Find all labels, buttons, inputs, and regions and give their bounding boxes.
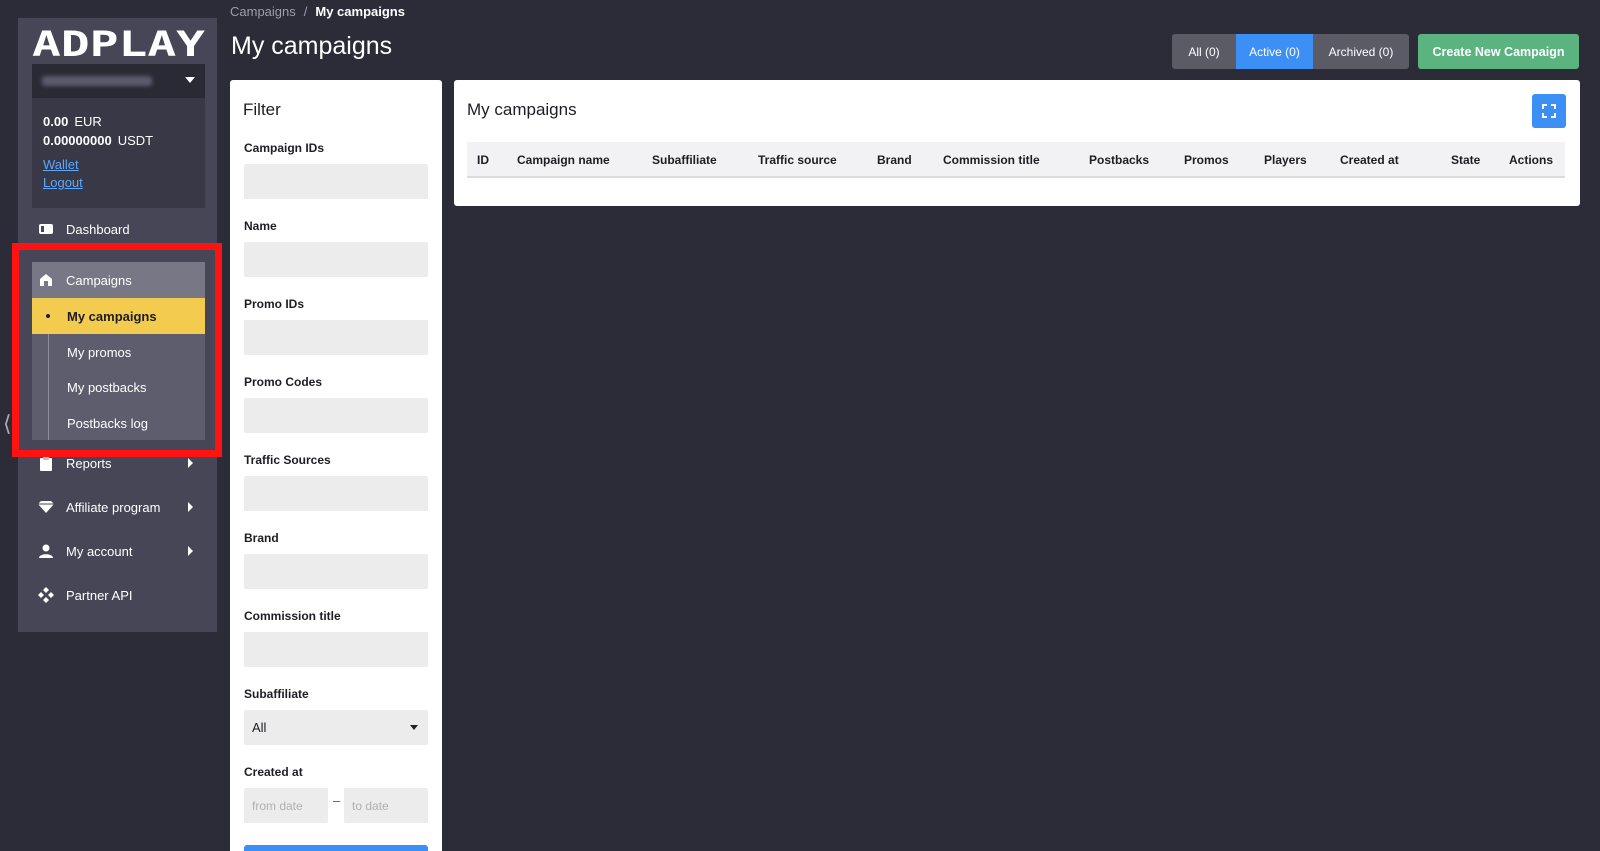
diamond-icon [38, 499, 54, 515]
account-email-blurred [42, 76, 152, 86]
chevron-right-icon [188, 458, 193, 468]
commission-title-input[interactable] [244, 632, 428, 667]
promo-codes-input[interactable] [244, 398, 428, 433]
filter-archived-button[interactable]: Archived (0) [1313, 34, 1409, 69]
to-date-input[interactable] [344, 788, 428, 823]
balance: 0.00 EUR 0.00000000 USDT [43, 112, 153, 150]
from-date-input[interactable] [244, 788, 328, 823]
chevron-right-icon [188, 502, 193, 512]
commission-title-label: Commission title [244, 609, 341, 623]
created-at-label: Created at [244, 765, 303, 779]
dashboard-icon [38, 221, 54, 237]
balance-usdt: 0.00000000 USDT [43, 133, 154, 148]
campaign-ids-label: Campaign IDs [244, 141, 325, 155]
chevron-down-icon [410, 725, 418, 730]
filter-active-button[interactable]: Active (0) [1236, 34, 1313, 69]
sidebar-item-label: My account [66, 543, 133, 559]
brand-input[interactable] [244, 554, 428, 589]
sidebar-item-label: Partner API [66, 587, 133, 603]
api-icon [38, 587, 54, 603]
clipboard-icon [38, 455, 54, 471]
column-commission-title[interactable]: Commission title [943, 153, 1040, 167]
create-new-campaign-button[interactable]: Create New Campaign [1418, 34, 1579, 69]
sidebar-item-affiliate-program[interactable]: Affiliate program [32, 489, 205, 525]
breadcrumb-campaigns[interactable]: Campaigns [230, 4, 296, 19]
traffic-sources-label: Traffic Sources [244, 453, 331, 467]
chevron-right-icon [188, 546, 193, 556]
adplay-logo[interactable]: ADPLAY [32, 28, 205, 60]
table-header: ID Campaign name Subaffiliate Traffic so… [467, 142, 1565, 178]
expand-icon [1542, 104, 1556, 118]
sidebar-item-partner-api[interactable]: Partner API [32, 577, 205, 613]
column-actions[interactable]: Actions [1509, 153, 1553, 167]
fullscreen-button[interactable] [1532, 94, 1566, 128]
traffic-sources-input[interactable] [244, 476, 428, 511]
sidebar-item-label: Affiliate program [66, 499, 161, 515]
sidebar-item-label: Reports [66, 455, 112, 471]
column-postbacks[interactable]: Postbacks [1089, 153, 1149, 167]
page-title: My campaigns [231, 32, 393, 60]
filter-all-button[interactable]: All (0) [1172, 34, 1236, 69]
panel-title: My campaigns [467, 100, 577, 119]
balance-eur: 0.00 EUR [43, 114, 102, 129]
column-brand[interactable]: Brand [877, 153, 912, 167]
sidebar-collapse-icon[interactable]: ⟨ [3, 413, 12, 435]
campaign-ids-input[interactable] [244, 164, 428, 199]
filter-title: Filter [243, 100, 281, 119]
highlight-box [12, 243, 222, 457]
logout-link[interactable]: Logout [43, 175, 83, 190]
sidebar-item-label: Dashboard [66, 221, 130, 237]
subaffiliate-label: Subaffiliate [244, 687, 309, 701]
brand-label: Brand [244, 531, 279, 545]
breadcrumb-current: My campaigns [315, 4, 405, 19]
user-icon [38, 543, 54, 559]
name-label: Name [244, 219, 277, 233]
column-traffic-source[interactable]: Traffic source [758, 153, 837, 167]
filter-panel: Filter Campaign IDs Name Promo IDs Promo… [230, 80, 442, 851]
column-subaffiliate[interactable]: Subaffiliate [652, 153, 717, 167]
column-promos[interactable]: Promos [1184, 153, 1229, 167]
account-box: 0.00 EUR 0.00000000 USDT Wallet Logout [32, 64, 205, 208]
column-created-at[interactable]: Created at [1340, 153, 1399, 167]
promo-ids-label: Promo IDs [244, 297, 305, 311]
breadcrumb: Campaigns / My campaigns [230, 4, 405, 19]
chevron-down-icon [185, 77, 195, 83]
wallet-link[interactable]: Wallet [43, 157, 79, 172]
promo-codes-label: Promo Codes [244, 375, 323, 389]
column-state[interactable]: State [1451, 153, 1480, 167]
svg-text:ADPLAY: ADPLAY [32, 28, 205, 60]
account-switcher[interactable] [32, 64, 205, 98]
campaigns-panel: My campaigns ID Campaign name Subaffilia… [454, 80, 1580, 206]
column-players[interactable]: Players [1264, 153, 1307, 167]
column-campaign-name[interactable]: Campaign name [517, 153, 610, 167]
name-input[interactable] [244, 242, 428, 277]
column-id[interactable]: ID [477, 153, 489, 167]
sidebar-item-dashboard[interactable]: Dashboard [32, 211, 205, 247]
subaffiliate-select[interactable]: All [244, 710, 428, 745]
sidebar-item-my-account[interactable]: My account [32, 533, 205, 569]
apply-filter-button[interactable] [244, 845, 428, 851]
promo-ids-input[interactable] [244, 320, 428, 355]
date-range-separator: – [333, 793, 341, 808]
